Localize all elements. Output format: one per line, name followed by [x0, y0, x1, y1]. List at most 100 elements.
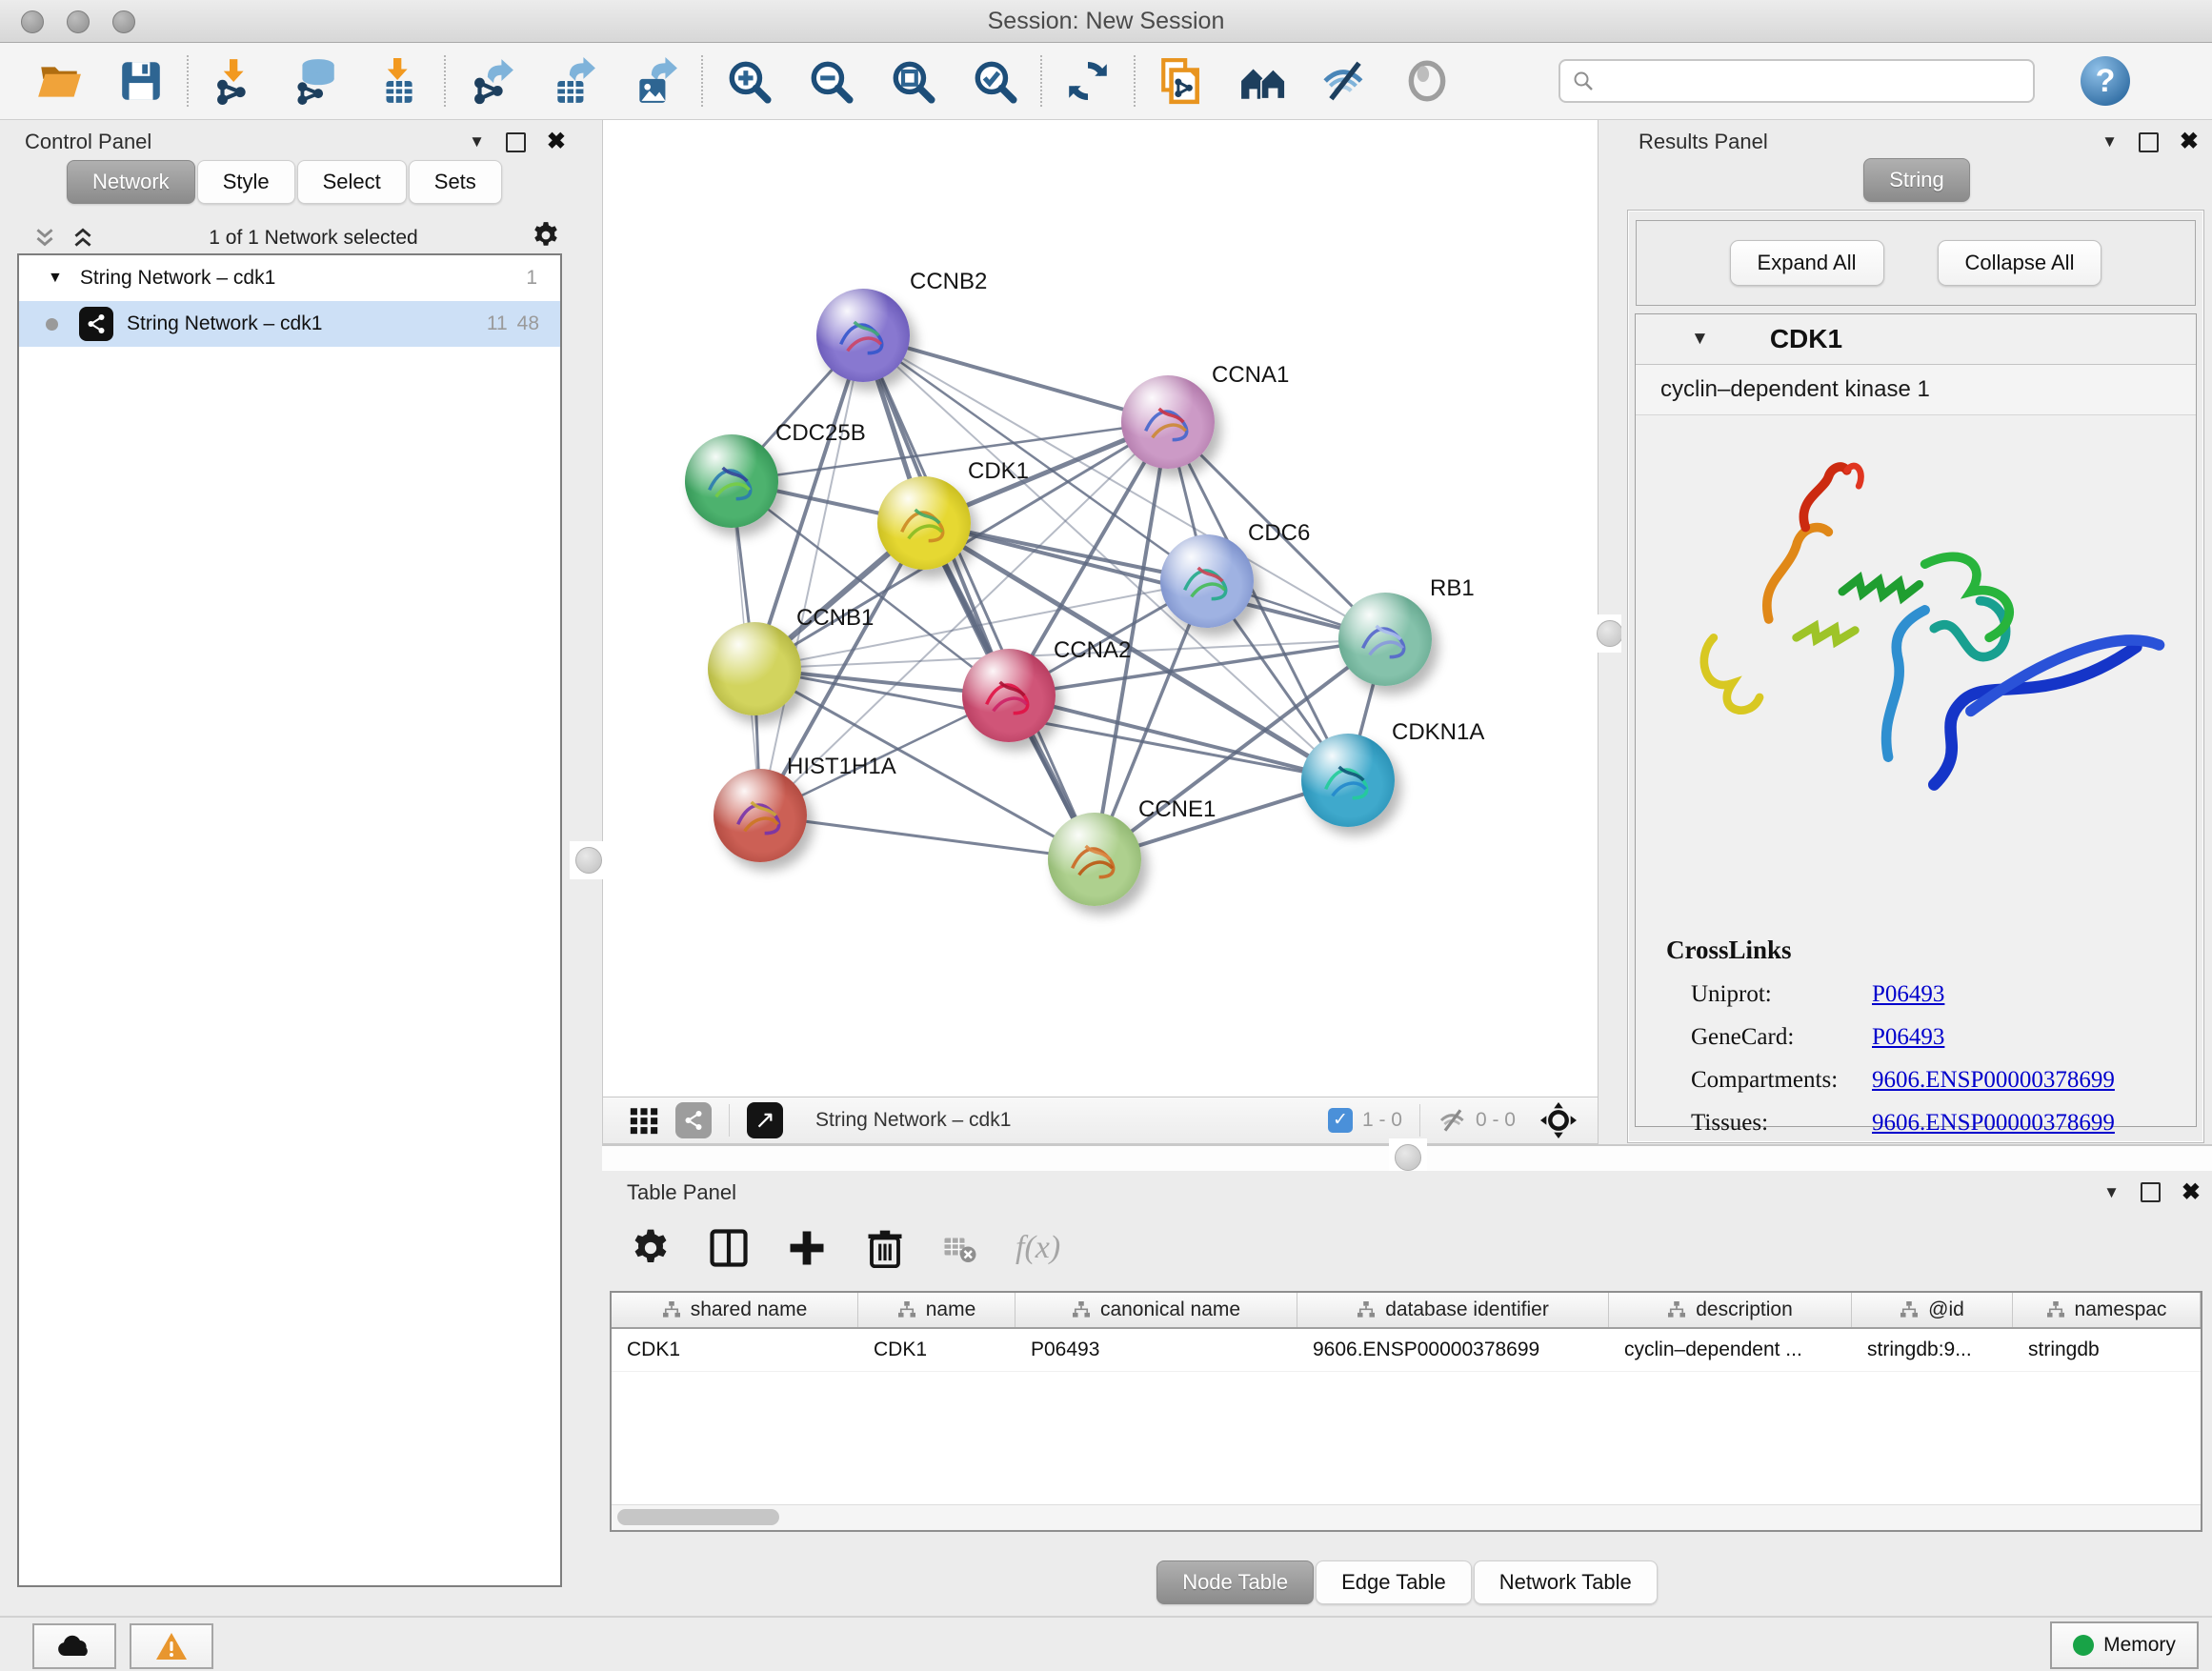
table-panel-menu-icon[interactable]: ▼	[2103, 1183, 2120, 1202]
zoom-out-icon[interactable]	[804, 54, 857, 108]
tab-node-table[interactable]: Node Table	[1156, 1560, 1314, 1604]
string-view-icon[interactable]	[675, 1102, 712, 1138]
column-header-name[interactable]: name	[858, 1293, 1016, 1327]
network-node-CCNB2[interactable]	[816, 289, 910, 382]
collapse-all-icon[interactable]	[32, 226, 57, 251]
tab-select[interactable]: Select	[297, 160, 407, 204]
warning-status-button[interactable]	[130, 1623, 213, 1669]
zoom-in-icon[interactable]	[722, 54, 775, 108]
help-icon[interactable]: ?	[2081, 56, 2130, 106]
protein-structure-image	[1659, 429, 2173, 810]
collection-expand-icon[interactable]: ▼	[48, 270, 63, 287]
left-splitter[interactable]	[579, 120, 602, 1618]
hide-selected-icon[interactable]	[1318, 54, 1372, 108]
memory-button[interactable]: Memory	[2050, 1621, 2199, 1669]
export-image-icon[interactable]	[629, 54, 682, 108]
crosslink-link[interactable]: 9606.ENSP00000378699	[1872, 1110, 2115, 1137]
protein-card-header[interactable]: ▼ CDK1	[1636, 314, 2196, 365]
tab-edge-table[interactable]: Edge Table	[1316, 1560, 1472, 1604]
control-panel-float-icon[interactable]	[506, 132, 526, 152]
import-database-icon[interactable]	[290, 54, 343, 108]
delete-table-icon[interactable]	[943, 1231, 977, 1265]
network-node-CDKN1A[interactable]	[1301, 734, 1395, 827]
column-header-canonical-name[interactable]: canonical name	[1016, 1293, 1297, 1327]
network-row-selected[interactable]: String Network – cdk1 11 48	[19, 301, 560, 347]
show-all-icon[interactable]	[1400, 54, 1454, 108]
crosslink-link[interactable]: P06493	[1872, 981, 1944, 1008]
refresh-icon[interactable]	[1061, 54, 1115, 108]
network-view-title: String Network – cdk1	[815, 1109, 1011, 1132]
birds-eye-icon[interactable]	[1540, 1102, 1577, 1138]
column-header--id[interactable]: @id	[1852, 1293, 2013, 1327]
network-node-CDC25B[interactable]	[685, 434, 778, 528]
first-neighbors-icon[interactable]	[1237, 54, 1290, 108]
column-header-shared-name[interactable]: shared name	[612, 1293, 858, 1327]
zoom-selected-icon[interactable]	[968, 54, 1021, 108]
column-header-namespac[interactable]: namespac	[2013, 1293, 2201, 1327]
tab-sets[interactable]: Sets	[409, 160, 502, 204]
crosslink-link[interactable]: P06493	[1872, 1024, 1944, 1051]
save-session-icon[interactable]	[114, 54, 168, 108]
network-collection-row[interactable]: ▼ String Network – cdk1 1	[19, 255, 560, 301]
horizontal-splitter[interactable]	[602, 1144, 2212, 1171]
detach-view-icon[interactable]: ↗	[747, 1102, 783, 1138]
grid-view-icon[interactable]	[628, 1104, 660, 1137]
table-horizontal-scrollbar[interactable]	[612, 1504, 2201, 1530]
search-field[interactable]	[1558, 59, 2035, 103]
tab-style[interactable]: Style	[197, 160, 295, 204]
tab-network[interactable]: Network	[67, 160, 195, 204]
column-header-description[interactable]: description	[1609, 1293, 1852, 1327]
network-node-CCNA2[interactable]	[962, 649, 1056, 742]
scrollbar-thumb[interactable]	[617, 1509, 779, 1525]
show-columns-icon[interactable]	[709, 1228, 749, 1268]
add-column-icon[interactable]	[787, 1228, 827, 1268]
network-node-CCNA1[interactable]	[1121, 375, 1215, 469]
expand-all-button[interactable]: Expand All	[1730, 240, 1884, 286]
column-header-database-identifier[interactable]: database identifier	[1297, 1293, 1609, 1327]
network-node-CDC6[interactable]	[1160, 534, 1254, 628]
tab-network-table[interactable]: Network Table	[1474, 1560, 1658, 1604]
crosslink-link[interactable]: 9606.ENSP00000378699	[1872, 1067, 2115, 1094]
protein-card: ▼ CDK1 cyclin–dependent kinase 1	[1635, 313, 2197, 1127]
collapse-all-button[interactable]: Collapse All	[1938, 240, 2102, 286]
results-panel-close-icon[interactable]: ✖	[2180, 131, 2199, 153]
right-splitter[interactable]	[1599, 120, 1621, 1144]
table-options-gear-icon[interactable]	[631, 1228, 671, 1268]
selected-counter: 1 - 0	[1362, 1109, 1402, 1132]
export-table-icon[interactable]	[547, 54, 600, 108]
tab-string[interactable]: String	[1863, 158, 1969, 202]
results-panel-title: Results Panel	[1639, 130, 1768, 154]
crosslink-label: Compartments:	[1691, 1067, 1872, 1094]
table-panel-close-icon[interactable]: ✖	[2182, 1181, 2201, 1204]
network-node-CCNE1[interactable]	[1048, 813, 1141, 906]
import-table-icon[interactable]	[372, 54, 425, 108]
network-label: String Network – cdk1	[127, 312, 322, 335]
table-panel-float-icon[interactable]	[2141, 1182, 2161, 1202]
warning-icon	[154, 1631, 189, 1661]
results-panel-float-icon[interactable]	[2139, 132, 2159, 152]
cloud-status-button[interactable]	[32, 1623, 116, 1669]
network-options-gear-icon[interactable]	[532, 221, 560, 255]
open-session-icon[interactable]	[32, 54, 86, 108]
network-node-HIST1H1A[interactable]	[714, 769, 807, 862]
import-network-icon[interactable]	[208, 54, 261, 108]
export-network-icon[interactable]	[465, 54, 518, 108]
network-node-CCNB1[interactable]	[708, 622, 801, 715]
delete-column-icon[interactable]	[865, 1228, 905, 1268]
protein-collapse-icon[interactable]: ▼	[1691, 329, 1709, 350]
function-builder-icon[interactable]: f(x)	[1016, 1230, 1060, 1266]
network-node-RB1[interactable]	[1338, 593, 1432, 686]
results-panel-menu-icon[interactable]: ▼	[2101, 132, 2118, 151]
expand-all-icon[interactable]	[70, 226, 95, 251]
hidden-eye-icon[interactable]	[1438, 1105, 1468, 1136]
left-splitter-grip[interactable]	[570, 841, 608, 879]
network-canvas[interactable]: CCNB2CCNA1CDC25BCDK1CDC6RB1CCNB1CCNA2CDK…	[603, 120, 1598, 1097]
zoom-fit-icon[interactable]	[886, 54, 939, 108]
network-node-CDK1[interactable]	[877, 476, 971, 570]
control-panel-close-icon[interactable]: ✖	[547, 131, 566, 153]
control-panel-menu-icon[interactable]: ▼	[469, 132, 485, 151]
clone-network-icon[interactable]	[1155, 54, 1208, 108]
search-input[interactable]	[1595, 68, 1999, 94]
table-row[interactable]: CDK1CDK1P064939606.ENSP00000378699cyclin…	[612, 1329, 2201, 1372]
selected-checkbox-icon[interactable]: ✓	[1328, 1108, 1353, 1133]
